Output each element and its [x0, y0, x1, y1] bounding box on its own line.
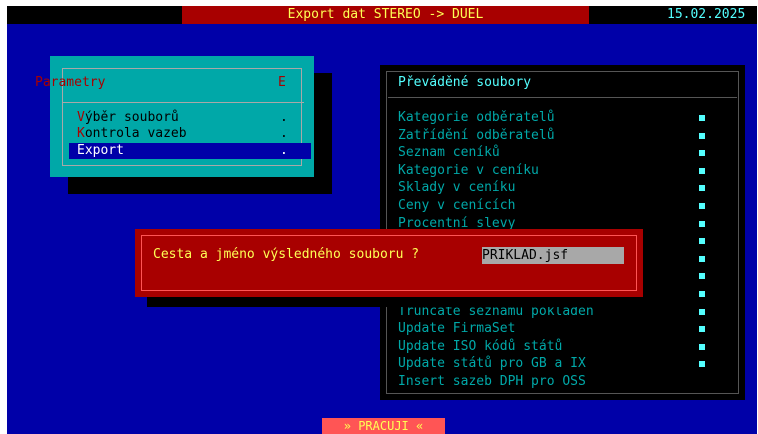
file-item-marker: [699, 150, 705, 157]
file-item-marker: [699, 132, 705, 139]
file-item: Ceny v cenících: [398, 198, 516, 213]
menu-item-label: ýběr souborů: [84, 110, 179, 125]
menu-item-label: xport: [84, 143, 124, 158]
menu-divider: [63, 102, 304, 103]
file-item-marker: [699, 273, 705, 280]
dialog-prompt: Cesta a jméno výsledného souboru ?: [153, 247, 420, 262]
file-item-marker: [699, 220, 705, 227]
menu-title: Parametry: [35, 75, 106, 90]
file-item: Update ISO kódů států: [398, 338, 563, 354]
file-item-marker: [699, 238, 705, 245]
file-item-marker: [699, 343, 705, 350]
file-item-marker: [699, 308, 705, 315]
menu-item-dot: .: [280, 110, 288, 125]
menu-item-hotkey: K: [77, 126, 85, 141]
file-item-marker: [699, 185, 705, 192]
menu-item-export[interactable]: Export .: [69, 143, 311, 159]
file-item: Kategorie odběratelů: [398, 110, 555, 125]
menu-item-vyber-souboru[interactable]: Výběr souborů .: [69, 110, 311, 126]
file-item-marker: [699, 255, 705, 262]
menu-item-kontrola-vazeb[interactable]: Kontrola vazeb .: [69, 126, 311, 142]
menu-item-label: ontrola vazeb: [84, 126, 187, 141]
file-item-marker: [699, 361, 705, 368]
file-item-marker: [699, 326, 705, 333]
file-item-marker: [699, 291, 705, 297]
files-divider: [388, 97, 737, 98]
window-title: Export dat STEREO -> DUEL: [182, 6, 589, 24]
menu-item-dot: .: [280, 143, 288, 158]
file-item: Kategorie v ceníku: [398, 162, 539, 178]
dos-screen: Export dat STEREO -> DUEL 15.02.2025 Par…: [7, 6, 757, 434]
dialog-shadow: [147, 297, 655, 307]
date-display: 15.02.2025: [667, 7, 746, 22]
file-item: Insert sazeb DPH pro OSS: [398, 374, 586, 389]
filename-dialog: Cesta a jméno výsledného souboru ?: [135, 229, 643, 297]
filename-input[interactable]: [482, 247, 624, 264]
file-item-marker: [699, 115, 705, 121]
file-item: Update FirmaSet: [398, 321, 516, 337]
menu-item-dot: .: [280, 126, 288, 141]
file-item: Zatřídění odběratelů: [398, 127, 555, 143]
menu-title-hotkey: E: [278, 75, 286, 90]
menu-item-hotkey: E: [77, 143, 85, 158]
file-item-marker: [699, 167, 705, 174]
file-item-marker: [699, 203, 705, 209]
file-item: Update států pro GB a IX: [398, 356, 586, 372]
status-indicator: » PRACUJI «: [322, 418, 445, 434]
file-item: Sklady v ceníku: [398, 180, 516, 196]
menu-item-hotkey: V: [77, 110, 85, 125]
files-panel-title: Převáděné soubory: [398, 75, 532, 90]
file-item: Seznam ceníků: [398, 145, 500, 161]
